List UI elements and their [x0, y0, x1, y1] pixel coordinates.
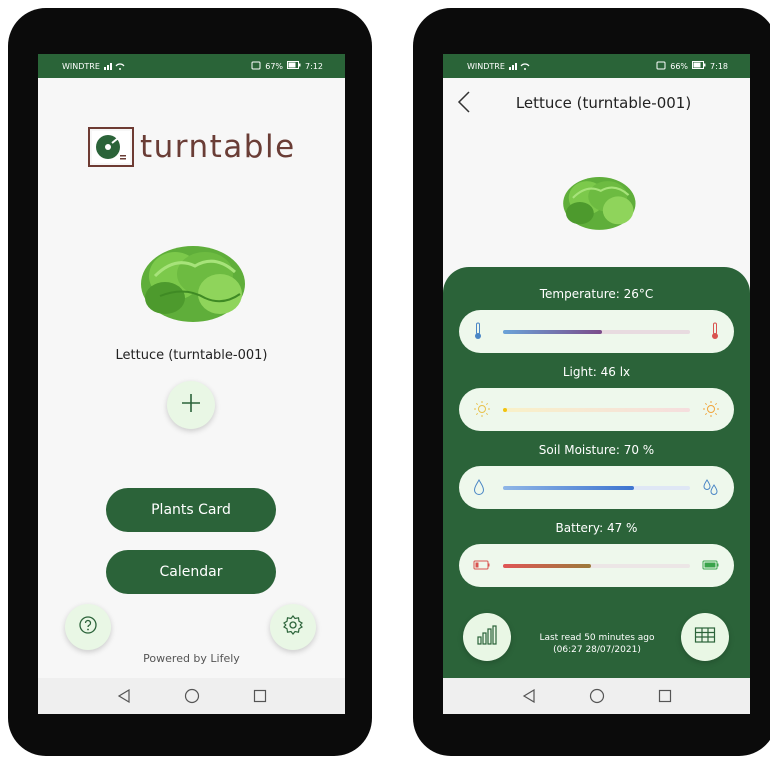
settings-button[interactable] [270, 604, 316, 650]
plants-card-button[interactable]: Plants Card [106, 488, 276, 532]
battery-full-icon [702, 556, 720, 578]
gear-icon [282, 614, 304, 640]
page-title: Lettuce (turntable-001) [515, 94, 692, 112]
lettuce-image [559, 170, 639, 234]
temperature-label: Temperature: 26°C [539, 287, 654, 301]
light-track [503, 408, 690, 412]
powered-by-footer: Powered by Lifely [143, 652, 240, 665]
phone-home: WINDTRE 67% 7:12 turntable Lettuce (turn… [8, 8, 372, 756]
logo-text: turntable [140, 129, 296, 165]
clock: 7:18 [710, 61, 728, 71]
home-nav-icon[interactable] [589, 688, 605, 704]
battery-percent: 67% [265, 61, 284, 71]
nfc-icon [656, 61, 666, 72]
temperature-track [503, 330, 690, 334]
android-nav-bar [443, 678, 750, 714]
nfc-icon [251, 61, 261, 72]
temperature-fill [503, 330, 603, 334]
recents-nav-icon[interactable] [253, 689, 267, 703]
water-drop-icon [473, 478, 485, 500]
back-nav-icon[interactable] [522, 689, 536, 703]
help-icon [78, 615, 98, 639]
home-nav-icon[interactable] [184, 688, 200, 704]
table-icon [694, 626, 716, 648]
soil-moisture-track [503, 486, 690, 490]
status-bar: WINDTRE 66% 7:18 [443, 54, 750, 78]
last-read-timestamp: (06:27 28/07/2021) [553, 645, 641, 655]
light-fill [503, 408, 507, 412]
temperature-card [459, 310, 734, 353]
battery-status-icon [287, 61, 301, 71]
turntable-logo-icon [88, 127, 134, 167]
thermometer-hot-icon [710, 322, 720, 344]
sun-dim-icon [473, 400, 491, 422]
back-nav-icon[interactable] [117, 689, 131, 703]
add-plant-button[interactable] [167, 381, 215, 429]
light-card [459, 388, 734, 431]
last-read-info: Last read 50 minutes ago (06:27 28/07/20… [527, 632, 667, 656]
light-label: Light: 46 lx [562, 365, 631, 379]
plant-name: Lettuce (turntable-001) [115, 348, 268, 363]
sun-bright-icon [702, 400, 720, 422]
bar-chart-icon [476, 625, 498, 649]
water-drops-icon [702, 478, 720, 500]
help-button[interactable] [65, 604, 111, 650]
status-bar: WINDTRE 67% 7:12 [38, 54, 345, 78]
battery-percent: 66% [670, 61, 689, 71]
last-read-text: Last read 50 minutes ago [539, 633, 655, 643]
home-screen: WINDTRE 67% 7:12 turntable Lettuce (turn… [38, 54, 345, 714]
battery-status-icon [692, 61, 706, 71]
soil-moisture-label: Soil Moisture: 70 % [538, 443, 655, 457]
soil-moisture-card [459, 466, 734, 509]
table-view-button[interactable] [681, 613, 729, 661]
signal-icon [508, 61, 531, 72]
android-nav-bar [38, 678, 345, 714]
soil-moisture-fill [503, 486, 634, 490]
battery-card [459, 544, 734, 587]
signal-icon [103, 61, 126, 72]
detail-screen: WINDTRE 66% 7:18 Lettuce (turntable-001) [443, 54, 750, 714]
detail-header: Lettuce (turntable-001) [443, 86, 750, 118]
phone-detail: WINDTRE 66% 7:18 Lettuce (turntable-001) [413, 8, 770, 756]
clock: 7:12 [305, 61, 323, 71]
carrier-label: WINDTRE [62, 61, 100, 71]
plus-icon [180, 392, 202, 418]
statistics-button[interactable] [463, 613, 511, 661]
calendar-button[interactable]: Calendar [106, 550, 276, 594]
battery-label: Battery: 47 % [555, 521, 638, 535]
app-logo: turntable [88, 127, 296, 167]
battery-track [503, 564, 690, 568]
battery-fill [503, 564, 591, 568]
recents-nav-icon[interactable] [658, 689, 672, 703]
lettuce-image [135, 236, 250, 328]
battery-low-icon [473, 556, 491, 578]
thermometer-icon [473, 322, 483, 344]
carrier-label: WINDTRE [467, 61, 505, 71]
